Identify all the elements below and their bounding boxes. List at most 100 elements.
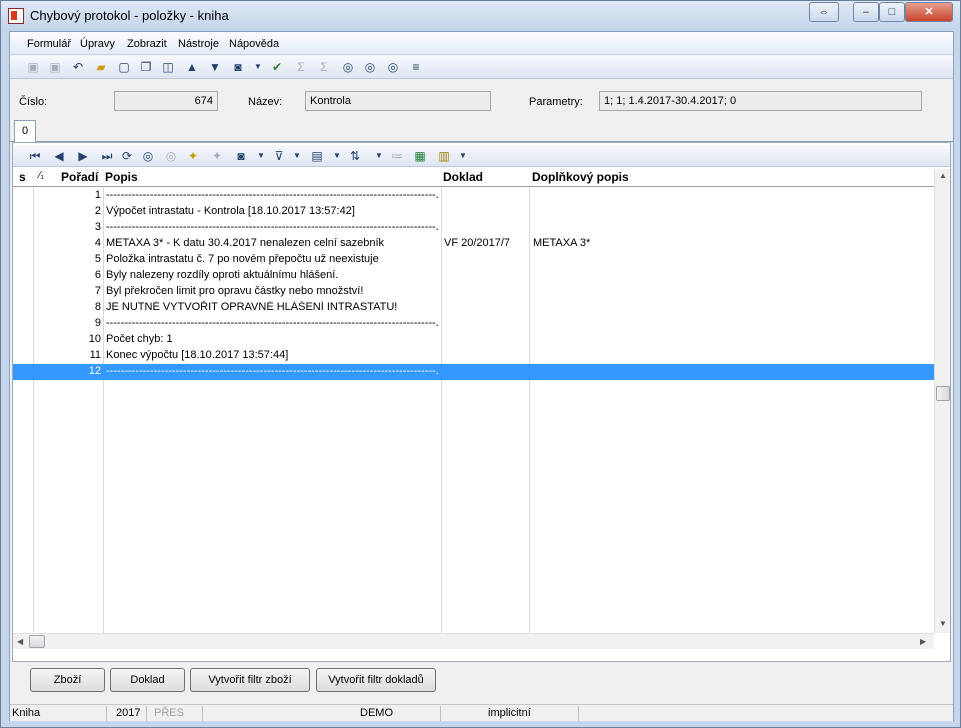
next-record-icon[interactable]: ▶ — [75, 148, 91, 164]
parametry-field[interactable]: 1; 1; 1.4.2017-30.4.2017; 0 — [599, 91, 922, 111]
menu-nastroje[interactable]: Nástroje — [178, 38, 219, 50]
title-bar: Chybový protokol - položky - kniha ⇔ – □… — [1, 1, 960, 31]
prev-record-icon[interactable]: ◀ — [51, 148, 67, 164]
grid-dropdown-icon[interactable]: ▼ — [253, 148, 269, 164]
columns-icon[interactable]: ▤ — [309, 148, 325, 164]
list-icon[interactable]: ≡ — [408, 59, 424, 75]
camera-icon[interactable]: ◙ — [230, 59, 246, 75]
col-header-popis[interactable]: Popis — [105, 170, 138, 184]
open-folder-icon[interactable]: ▰ — [93, 59, 109, 75]
excel-icon[interactable]: ▦ — [412, 148, 428, 164]
row-number: 8 — [94, 301, 101, 313]
search-disabled-icon[interactable]: ◎ — [163, 148, 179, 164]
find-next-icon[interactable]: ◎ — [362, 59, 378, 75]
row-popis: ----------------------------------------… — [106, 317, 439, 329]
row-number: 2 — [94, 205, 101, 217]
table-row[interactable]: 7 Byl překročen limit pro opravu částky n… — [13, 284, 934, 300]
funnel-icon[interactable]: ⊽ — [271, 148, 287, 164]
row-doklad: VF 20/2017/7 — [444, 237, 511, 249]
move-up-icon[interactable]: ▲ — [184, 59, 200, 75]
tree-icon[interactable]: ≔ — [389, 148, 405, 164]
funnel-dropdown-icon[interactable]: ▼ — [289, 148, 305, 164]
row-popis: JE NUTNÉ VYTVOŘIT OPRAVNÉ HLÁŠENÍ INTRAS… — [106, 301, 398, 313]
scroll-up-icon[interactable]: ▲ — [939, 171, 947, 180]
zbozi-button[interactable]: Zboží — [30, 668, 105, 692]
table-row[interactable]: 3 ---------------------------------------… — [13, 220, 934, 236]
restore-size-button[interactable]: ⇔ — [809, 2, 839, 22]
grid-header: s ⁄₁ Pořadí Popis Doklad Doplňkový popis — [13, 169, 934, 187]
row-number: 5 — [94, 253, 101, 265]
table-row[interactable]: 2 Výpočet intrastatu - Kontrola [18.10.20… — [13, 204, 934, 220]
minimize-button[interactable]: – — [853, 2, 879, 22]
menu-zobrazit[interactable]: Zobrazit — [127, 38, 167, 50]
doklad-button[interactable]: Doklad — [110, 668, 185, 692]
row-number: 12 — [88, 365, 101, 377]
save-icon[interactable]: ▣ — [25, 59, 41, 75]
menu-formular[interactable]: Formulář — [27, 38, 71, 50]
row-number: 7 — [94, 285, 101, 297]
save-as-icon[interactable]: ▣ — [47, 59, 63, 75]
scroll-down-icon[interactable]: ▼ — [939, 619, 947, 628]
table-row[interactable]: 11 Konec výpočtu [18.10.2017 13:57:44] — [13, 348, 934, 364]
cislo-field[interactable]: 674 — [114, 91, 218, 111]
table-row[interactable]: 8 JE NUTNÉ VYTVOŘIT OPRAVNÉ HLÁŠENÍ INTRA… — [13, 300, 934, 316]
undo-icon[interactable]: ↶ — [70, 59, 86, 75]
search-icon[interactable]: ◎ — [140, 148, 156, 164]
binoculars-icon[interactable]: ◎ — [340, 59, 356, 75]
col-header-doplnkovy-popis[interactable]: Doplňkový popis — [532, 170, 629, 184]
col-header-sort[interactable]: ⁄₁ — [39, 170, 44, 181]
report-icon[interactable]: ▥ — [436, 148, 452, 164]
vertical-scroll-thumb[interactable] — [936, 386, 950, 401]
scroll-right-icon[interactable]: ▶ — [920, 637, 926, 646]
copy-icon[interactable]: ❐ — [138, 59, 154, 75]
refresh-icon[interactable]: ⟳ — [119, 148, 135, 164]
sort-az-icon[interactable]: ⇅ — [347, 148, 363, 164]
row-popis: Konec výpočtu [18.10.2017 13:57:44] — [106, 349, 289, 361]
filter-check-icon[interactable]: ✔ — [269, 59, 285, 75]
grid-camera-icon[interactable]: ◙ — [233, 148, 249, 164]
vertical-scrollbar[interactable]: ▲ ▼ — [934, 169, 950, 633]
first-record-icon[interactable]: ⏮ — [27, 148, 43, 164]
create-documents-filter-button[interactable]: Vytvořit filtr dokladů — [316, 668, 436, 692]
table-row[interactable]: 6 Byly nalezeny rozdíly oproti aktuálnímu… — [13, 268, 934, 284]
nazev-field[interactable]: Kontrola — [305, 91, 491, 111]
star-add-icon[interactable]: ✦ — [185, 148, 201, 164]
create-goods-filter-button[interactable]: Vytvořit filtr zboží — [190, 668, 310, 692]
tab-0[interactable]: 0 — [14, 120, 36, 142]
table-row[interactable]: 12 --------------------------------------… — [13, 364, 934, 380]
book-icon[interactable]: ◫ — [160, 59, 176, 75]
table-row[interactable]: 4 METAXA 3* - K datu 30.4.2017 nenalezen … — [13, 236, 934, 252]
table-row[interactable]: 1 ---------------------------------------… — [13, 188, 934, 204]
application-window: Chybový protokol - položky - kniha ⇔ – □… — [0, 0, 961, 728]
table-row[interactable]: 5 Položka intrastatu č. 7 po novém přepoč… — [13, 252, 934, 268]
sort-dropdown-icon[interactable]: ▼ — [371, 148, 387, 164]
sum-icon[interactable]: Σ — [293, 59, 309, 75]
close-button[interactable]: ✕ — [905, 2, 953, 22]
dropdown-arrow-icon[interactable]: ▼ — [250, 59, 266, 75]
table-row[interactable]: 9 ---------------------------------------… — [13, 316, 934, 332]
data-grid: s ⁄₁ Pořadí Popis Doklad Doplňkový popis… — [13, 169, 934, 633]
horizontal-scroll-thumb[interactable] — [29, 635, 45, 648]
col-header-s[interactable]: s — [19, 170, 26, 184]
status-pres: PŘES — [154, 707, 184, 719]
scroll-left-icon[interactable]: ◀ — [17, 637, 23, 646]
table-row[interactable]: 10 Počet chyb: 1 — [13, 332, 934, 348]
sum-filter-icon[interactable]: Σ — [316, 59, 332, 75]
horizontal-scrollbar[interactable]: ◀ ▶ — [13, 633, 934, 649]
report-dropdown-icon[interactable]: ▼ — [455, 148, 471, 164]
maximize-button[interactable]: □ — [879, 2, 905, 22]
find-replace-icon[interactable]: ◎ — [385, 59, 401, 75]
star-remove-icon[interactable]: ✦ — [209, 148, 225, 164]
last-record-icon[interactable]: ⏭ — [99, 148, 115, 164]
menu-napoveda[interactable]: Nápověda — [229, 38, 279, 50]
status-year: 2017 — [116, 707, 141, 719]
columns-dropdown-icon[interactable]: ▼ — [329, 148, 345, 164]
col-header-poradi[interactable]: Pořadí — [61, 170, 98, 184]
app-icon — [8, 8, 24, 24]
status-divider — [202, 706, 203, 721]
move-down-icon[interactable]: ▼ — [207, 59, 223, 75]
menu-upravy[interactable]: Úpravy — [80, 38, 115, 50]
row-number: 10 — [88, 333, 101, 345]
new-document-icon[interactable]: ▢ — [116, 59, 132, 75]
col-header-doklad[interactable]: Doklad — [443, 170, 483, 184]
